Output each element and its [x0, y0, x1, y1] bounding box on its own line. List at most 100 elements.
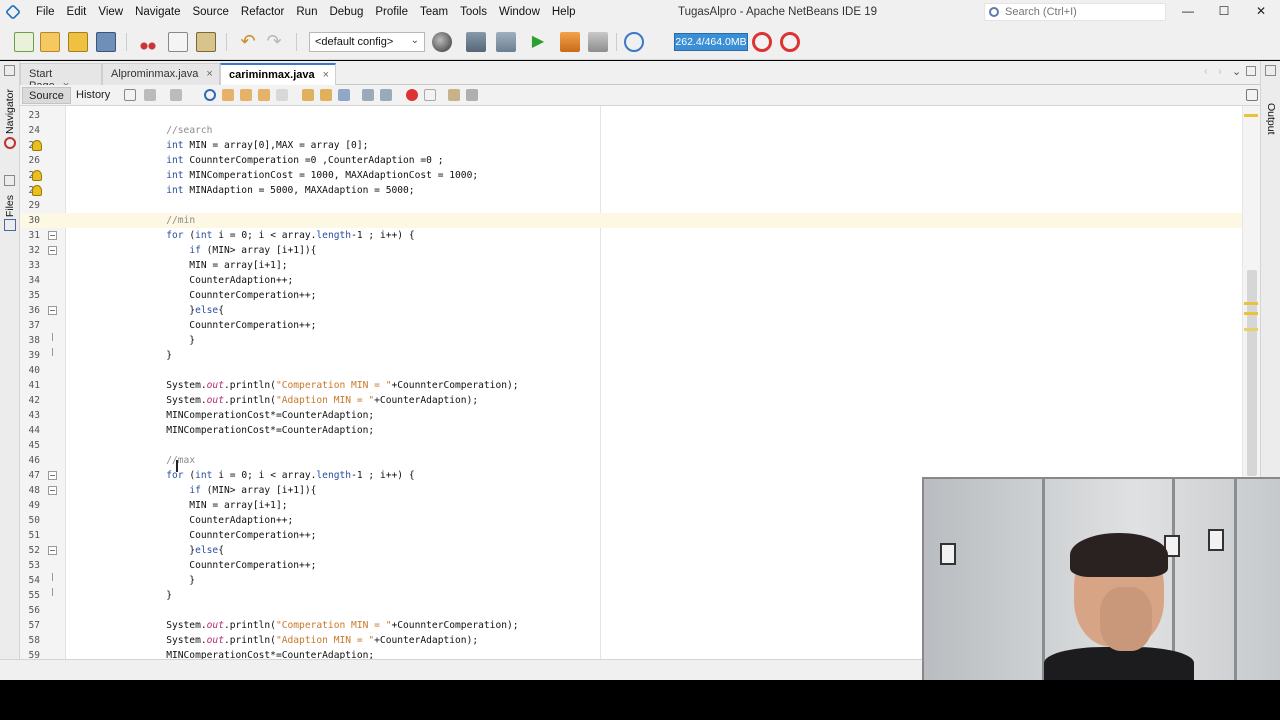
warning-bulb-icon[interactable]: [32, 140, 42, 151]
fold-toggle-icon[interactable]: [48, 486, 57, 495]
find-selection-icon[interactable]: [258, 89, 270, 101]
fold-toggle-icon[interactable]: [48, 306, 57, 315]
code-line[interactable]: 38 }: [20, 333, 1242, 348]
code-line[interactable]: 29: [20, 198, 1242, 213]
toggle-bookmark-icon[interactable]: [338, 89, 350, 101]
close-tab-icon[interactable]: ×: [323, 69, 329, 81]
redo-icon[interactable]: ↷: [264, 32, 284, 52]
build-hammer-icon[interactable]: [466, 32, 486, 52]
toggle-highlight-icon[interactable]: [276, 89, 288, 101]
save-all-icon[interactable]: [96, 32, 116, 52]
debug-icon[interactable]: [560, 32, 580, 52]
warning-bulb-icon[interactable]: [32, 170, 42, 181]
stop-macro-icon[interactable]: [424, 89, 436, 101]
code-line[interactable]: 27 int MINComperationCost = 1000, MAXAda…: [20, 168, 1242, 183]
menu-profile[interactable]: Profile: [369, 6, 414, 18]
last-edit-icon[interactable]: [124, 89, 136, 101]
code-line[interactable]: 31 for (int i = 0; i < array.length-1 ; …: [20, 228, 1242, 243]
menu-source[interactable]: Source: [186, 6, 234, 18]
paste-icon[interactable]: [196, 32, 216, 52]
restore-window-icon[interactable]: [1265, 65, 1276, 76]
undo-icon[interactable]: ↶: [238, 32, 258, 52]
code-line[interactable]: 39 }: [20, 348, 1242, 363]
code-line[interactable]: 40: [20, 363, 1242, 378]
split-editor-icon[interactable]: [1246, 89, 1258, 101]
menu-window[interactable]: Window: [493, 6, 546, 18]
code-line[interactable]: 46 //max: [20, 453, 1242, 468]
output-tab[interactable]: Output: [1265, 103, 1277, 135]
scroll-left-icon[interactable]: ‹: [1204, 66, 1208, 78]
files-tab[interactable]: Files: [4, 195, 16, 217]
code-line[interactable]: 30 //min: [20, 213, 1242, 228]
config-select[interactable]: <default config> ⌄: [309, 32, 425, 52]
code-line[interactable]: 36 }else{: [20, 303, 1242, 318]
warning-bulb-icon[interactable]: [32, 185, 42, 196]
comment-icon[interactable]: [448, 89, 460, 101]
find-icon[interactable]: [204, 89, 216, 101]
code-line[interactable]: 34 CounterAdaption++;: [20, 273, 1242, 288]
code-line[interactable]: 25 int MIN = array[0],MAX = array [0];: [20, 138, 1242, 153]
history-tab[interactable]: History: [70, 87, 116, 104]
shift-right-icon[interactable]: [380, 89, 392, 101]
target-icon[interactable]: [432, 32, 452, 52]
menu-file[interactable]: File: [30, 6, 61, 18]
find-previous-icon[interactable]: [222, 89, 234, 101]
code-line[interactable]: 43 MINComperationCost*=CounterAdaption;: [20, 408, 1242, 423]
history-clock-icon[interactable]: [624, 32, 644, 52]
code-line[interactable]: 28 int MINAdaption = 5000, MAXAdaption =…: [20, 183, 1242, 198]
minimize-button[interactable]: —: [1178, 4, 1198, 18]
code-line[interactable]: 44 MINComperationCost*=CounterAdaption;: [20, 423, 1242, 438]
code-line[interactable]: 45: [20, 438, 1242, 453]
tab-start-page[interactable]: Start Page×: [20, 63, 102, 92]
record-macro-icon[interactable]: [406, 89, 418, 101]
uncomment-icon[interactable]: [466, 89, 478, 101]
code-line[interactable]: 24 //search: [20, 123, 1242, 138]
fold-toggle-icon[interactable]: [48, 546, 57, 555]
menu-edit[interactable]: Edit: [61, 6, 93, 18]
tab-alprominmax[interactable]: Alprominmax.java ×: [102, 63, 220, 85]
close-tab-icon[interactable]: ×: [206, 68, 212, 80]
run-icon[interactable]: ▶: [528, 32, 548, 52]
tab-list-icon[interactable]: ⌄: [1232, 65, 1241, 78]
menu-refactor[interactable]: Refactor: [235, 6, 290, 18]
shift-left-icon[interactable]: [362, 89, 374, 101]
navigator-tab[interactable]: Navigator: [4, 89, 16, 134]
maximize-button[interactable]: ☐: [1214, 4, 1234, 18]
fold-toggle-icon[interactable]: [48, 231, 57, 240]
memory-indicator[interactable]: 262.4/464.0MB: [674, 33, 748, 51]
find-next-icon[interactable]: [240, 89, 252, 101]
profile-icon[interactable]: [588, 32, 608, 52]
quick-search[interactable]: [984, 3, 1166, 21]
forward-icon[interactable]: [170, 89, 182, 101]
menu-help[interactable]: Help: [546, 6, 582, 18]
tab-cariminmax[interactable]: cariminmax.java ×: [220, 63, 336, 85]
menu-debug[interactable]: Debug: [323, 6, 369, 18]
new-file-icon[interactable]: [14, 32, 34, 52]
code-line[interactable]: 37 CounnterComperation++;: [20, 318, 1242, 333]
code-line[interactable]: 42 System.out.println("Adaption MIN = "+…: [20, 393, 1242, 408]
code-line[interactable]: 33 MIN = array[i+1];: [20, 258, 1242, 273]
menu-run[interactable]: Run: [290, 6, 323, 18]
profiler-snapshot-icon[interactable]: [780, 32, 800, 52]
maximize-editor-icon[interactable]: [1246, 66, 1256, 76]
back-icon[interactable]: [144, 89, 156, 101]
code-line[interactable]: 26 int CounnterComperation =0 ,CounterAd…: [20, 153, 1242, 168]
previous-bookmark-icon[interactable]: [302, 89, 314, 101]
fold-toggle-icon[interactable]: [48, 471, 57, 480]
menu-team[interactable]: Team: [414, 6, 454, 18]
menu-navigate[interactable]: Navigate: [129, 6, 186, 18]
scrollbar-thumb[interactable]: [1247, 270, 1257, 476]
code-line[interactable]: 23: [20, 108, 1242, 123]
copy-icon[interactable]: [168, 32, 188, 52]
code-line[interactable]: 32 if (MIN> array [i+1]){: [20, 243, 1242, 258]
restore-window-icon[interactable]: [4, 65, 15, 76]
restore-window-icon[interactable]: [4, 175, 15, 186]
scroll-right-icon[interactable]: ›: [1218, 66, 1222, 78]
source-tab[interactable]: Source: [22, 87, 71, 104]
menu-tools[interactable]: Tools: [454, 6, 493, 18]
fold-toggle-icon[interactable]: [48, 246, 57, 255]
menu-view[interactable]: View: [92, 6, 129, 18]
code-line[interactable]: 41 System.out.println("Comperation MIN =…: [20, 378, 1242, 393]
clean-build-icon[interactable]: [496, 32, 516, 52]
code-line[interactable]: 35 CounnterComperation++;: [20, 288, 1242, 303]
